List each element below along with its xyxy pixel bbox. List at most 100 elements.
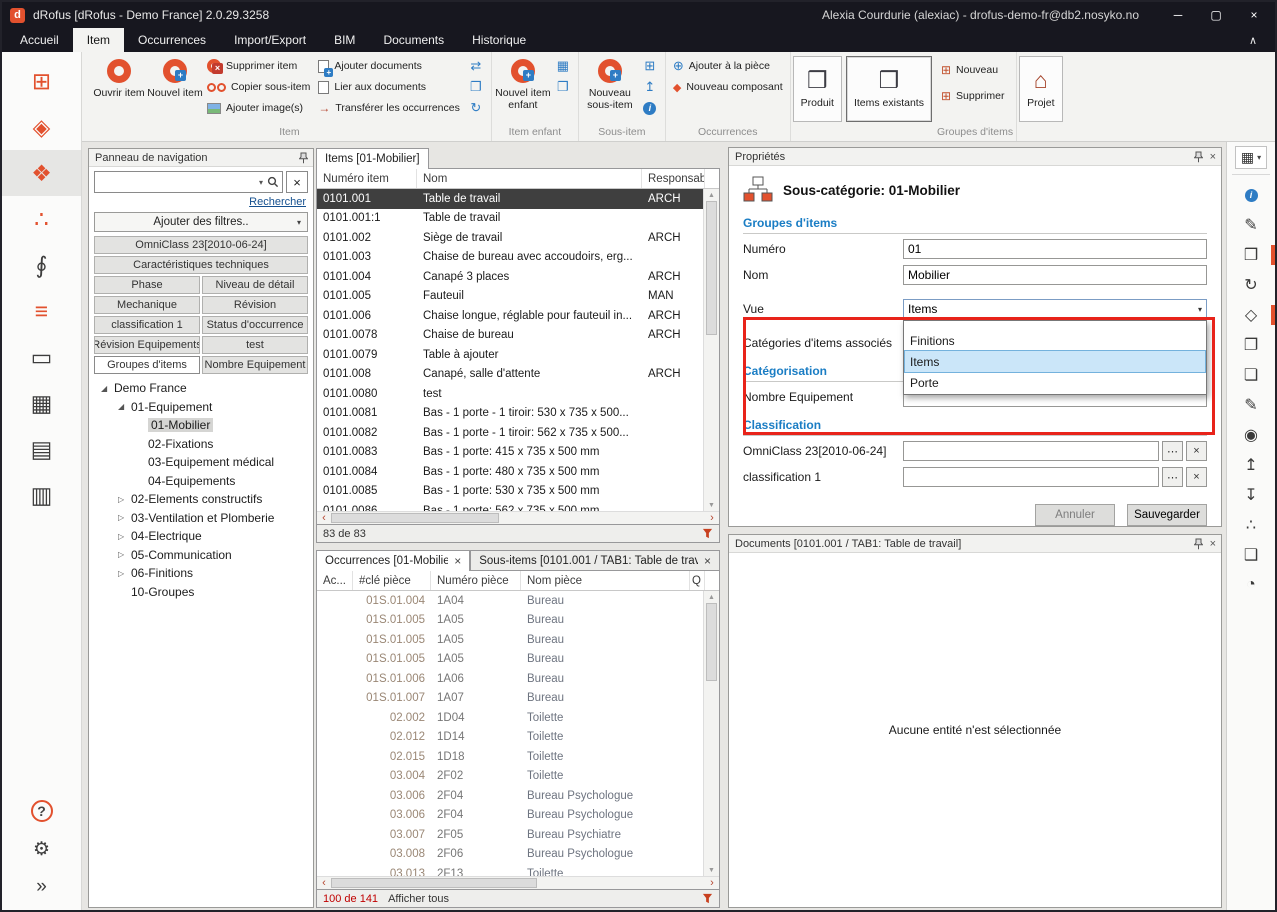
item-swap-tool-icon[interactable]: ⇄	[466, 57, 486, 75]
horizontal-scrollbar[interactable]: ‹ ›	[317, 511, 719, 524]
collapse-ribbon-button[interactable]: ∧	[1231, 28, 1275, 52]
export-cube-icon[interactable]: ↧	[1227, 480, 1275, 510]
vue-dropdown[interactable]: Items ▾ FinitionsItemsPorte	[903, 299, 1207, 319]
search-link[interactable]: Rechercher	[94, 196, 306, 208]
close-icon[interactable]: ×	[1210, 151, 1216, 163]
item-row[interactable]: 0101.004 Canapé 3 places ARCH	[317, 267, 703, 287]
classification1-browse-button[interactable]: ⋯	[1162, 467, 1183, 487]
item-row[interactable]: 0101.0078 Chaise de bureau ARCH	[317, 326, 703, 346]
close-button[interactable]: ×	[1239, 3, 1269, 27]
occurrence-row[interactable]: 01S.01.006 1A06 Bureau	[317, 669, 703, 689]
omniclass-clear-button[interactable]: ×	[1186, 441, 1207, 461]
wireframe-cube-icon[interactable]: ◇	[1227, 300, 1275, 330]
occurrence-row[interactable]: 01S.01.005 1A05 Bureau	[317, 630, 703, 650]
attachments-module-icon[interactable]: ∮	[2, 242, 81, 288]
occurrence-row[interactable]: 01S.01.004 1A04 Bureau	[317, 591, 703, 611]
scrollbar-thumb[interactable]	[706, 603, 717, 681]
tree-item[interactable]: ▷ 03-Ventilation et Plomberie	[94, 509, 308, 528]
column-header[interactable]: Numéro item	[317, 169, 417, 188]
vertical-scrollbar[interactable]: ▲ ▼	[703, 591, 719, 876]
classification1-clear-button[interactable]: ×	[1186, 467, 1207, 487]
nom-input[interactable]	[903, 265, 1207, 285]
filter-button[interactable]: Révision Equipements	[94, 336, 200, 354]
documentation-module-icon[interactable]: ▤	[2, 426, 81, 472]
occurrence-row[interactable]: 03.008 2F06 Bureau Psychologue	[317, 845, 703, 865]
product-button[interactable]: ❒ Produit	[793, 56, 842, 122]
pin-icon[interactable]	[299, 152, 308, 164]
add-images-button[interactable]: Ajouter image(s)	[205, 99, 312, 117]
edit-pen-icon[interactable]: ✎	[1227, 210, 1275, 240]
info-icon[interactable]: i	[1227, 180, 1275, 210]
link-documents-button[interactable]: Lier aux documents	[316, 78, 462, 96]
occurrence-row[interactable]: 03.007 2F05 Bureau Psychiatre	[317, 825, 703, 845]
item-row[interactable]: 0101.0079 Table à ajouter	[317, 345, 703, 365]
open-item-button[interactable]: Ouvrir item	[91, 53, 147, 99]
import-cube-icon[interactable]: ↥	[1227, 450, 1275, 480]
existing-items-button[interactable]: ❒ Items existants	[846, 56, 932, 122]
occurrence-row[interactable]: 01S.01.005 1A05 Bureau	[317, 650, 703, 670]
filter-button[interactable]: Status d'occurrence	[202, 316, 308, 334]
copy-subitem-button[interactable]: Copier sous-item	[205, 78, 312, 96]
menu-tab[interactable]: Historique	[458, 28, 540, 52]
layout-table-icon[interactable]: ▦	[1241, 149, 1254, 166]
new-subitem-button[interactable]: + Nouveau sous-item	[582, 53, 638, 111]
show-all-link[interactable]: Afficher tous	[388, 893, 449, 905]
numero-input[interactable]	[903, 239, 1207, 259]
item-row[interactable]: 0101.002 Siège de travail ARCH	[317, 228, 703, 248]
filter-button[interactable]: Phase	[94, 276, 200, 294]
dropdown-option[interactable]: Finitions	[905, 330, 1205, 351]
tree-expander-icon[interactable]: ◢	[118, 402, 131, 411]
cancel-button[interactable]: Annuler	[1035, 504, 1115, 526]
systems-module-icon[interactable]: ∴	[2, 196, 81, 242]
dropdown-option[interactable]: Items	[905, 351, 1205, 372]
subitem-up-tool-icon[interactable]: ↥	[640, 78, 660, 96]
document-icon[interactable]: ❏	[1227, 360, 1275, 390]
document-tab[interactable]: Occurrences [01-Mobilie ×	[316, 550, 470, 571]
sync-cube-icon[interactable]: ↻	[1227, 270, 1275, 300]
new-child-item-button[interactable]: + Nouvel item enfant	[495, 53, 551, 111]
tree-item[interactable]: 04-Equipements	[94, 472, 308, 491]
occurrence-row[interactable]: 03.006 2F04 Bureau Psychologue	[317, 786, 703, 806]
item-row[interactable]: 0101.0081 Bas - 1 porte - 1 tiroir: 530 …	[317, 404, 703, 424]
tree-item[interactable]: 01-Mobilier	[94, 416, 308, 435]
item-row[interactable]: 0101.006 Chaise longue, réglable pour fa…	[317, 306, 703, 326]
child-grid-tool-icon[interactable]: ▦	[553, 57, 573, 75]
close-icon[interactable]: ×	[1210, 538, 1216, 550]
item-row[interactable]: 0101.001 Table de travail ARCH	[317, 189, 703, 209]
tree-item[interactable]: 10-Groupes	[94, 583, 308, 602]
close-icon[interactable]: ×	[704, 555, 711, 567]
relations-icon[interactable]: ∴	[1227, 510, 1275, 540]
document-tab[interactable]: Sous-items [0101.001 / TAB1: Table de tr…	[470, 550, 720, 571]
item-row[interactable]: 0101.0080 test	[317, 384, 703, 404]
horizontal-scrollbar[interactable]: ‹ ›	[317, 876, 719, 889]
column-header[interactable]: Ac...	[317, 571, 353, 590]
component-cube-icon[interactable]: ❑	[1227, 540, 1275, 570]
column-header[interactable]: Responsabi	[642, 169, 705, 188]
capacity-module-icon[interactable]: ⊞	[2, 58, 81, 104]
filter-funnel-icon[interactable]	[702, 528, 713, 539]
filter-button[interactable]: classification 1	[94, 316, 200, 334]
item-row[interactable]: 0101.005 Fauteuil MAN	[317, 287, 703, 307]
item-row[interactable]: 0101.001:1 Table de travail	[317, 209, 703, 229]
menu-tab[interactable]: Import/Export	[220, 28, 320, 52]
close-icon[interactable]: ×	[454, 555, 461, 567]
add-to-room-button[interactable]: ⊕ Ajouter à la pièce	[671, 57, 785, 75]
item-row[interactable]: 0101.0085 Bas - 1 porte: 530 x 735 x 500…	[317, 482, 703, 502]
tree-item[interactable]: 02-Fixations	[94, 435, 308, 454]
subitem-cubes-tool-icon[interactable]: ⊞	[640, 57, 660, 75]
column-header[interactable]: #clé pièce	[353, 571, 431, 590]
filter-button[interactable]: Groupes d'items	[94, 356, 200, 374]
delete-item-button[interactable]: × Supprimer item	[205, 57, 312, 75]
filter-button[interactable]: Nombre Equipement	[202, 356, 308, 374]
filter-button[interactable]: Révision	[202, 296, 308, 314]
occurrence-row[interactable]: 01S.01.007 1A07 Bureau	[317, 689, 703, 709]
column-header[interactable]: Nom pièce	[521, 571, 690, 590]
item-row[interactable]: 0101.003 Chaise de bureau avec accoudoir…	[317, 248, 703, 268]
pin-icon[interactable]	[1194, 151, 1203, 163]
omniclass-browse-button[interactable]: ⋯	[1162, 441, 1183, 461]
occurrence-row[interactable]: 01S.01.005 1A05 Bureau	[317, 611, 703, 631]
occurrence-row[interactable]: 02.015 1D18 Toilette	[317, 747, 703, 767]
help-icon[interactable]: ?	[2, 792, 81, 830]
menu-tab[interactable]: Item	[73, 28, 124, 52]
item-row[interactable]: 0101.0084 Bas - 1 porte: 480 x 735 x 500…	[317, 462, 703, 482]
